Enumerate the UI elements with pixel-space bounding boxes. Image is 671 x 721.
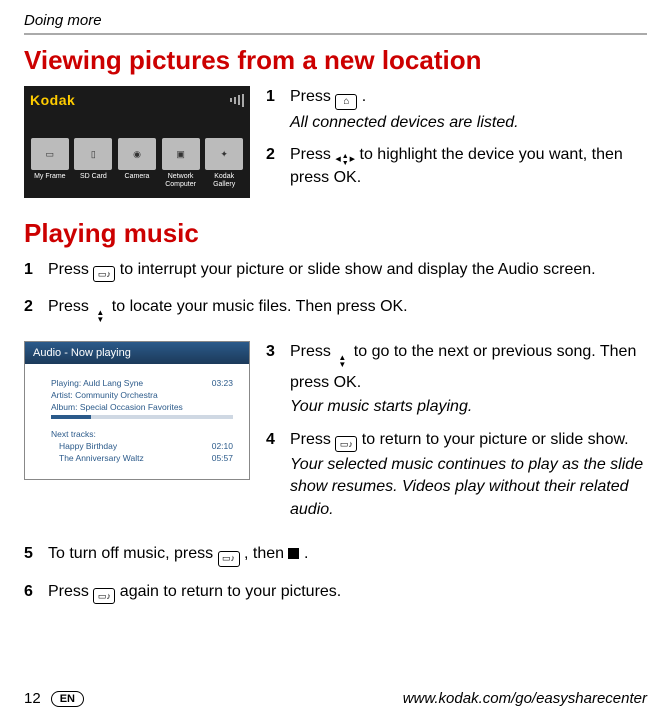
- footer-url: www.kodak.com/go/easysharecenter: [403, 690, 647, 707]
- device-label: My Frame: [34, 173, 66, 181]
- step-1: 1 Press ⌂ . All connected devices are li…: [266, 86, 647, 134]
- step-1: 1 Press ▭♪ to interrupt your picture or …: [24, 259, 647, 282]
- frame-icon: ▭: [31, 138, 69, 170]
- camera-icon: ◉: [118, 138, 156, 170]
- step-text: Press: [48, 583, 93, 600]
- language-badge: EN: [51, 691, 84, 707]
- step-6: 6 Press ▭♪ again to return to your pictu…: [24, 581, 647, 604]
- step-result: Your music starts playing.: [290, 396, 647, 418]
- music-screen-button-icon: ▭♪: [218, 551, 240, 567]
- device-kodak-gallery: ✦ Kodak Gallery: [204, 138, 244, 188]
- step-number: 2: [266, 144, 280, 189]
- progress-bar: [51, 415, 233, 419]
- gallery-icon: ✦: [205, 138, 243, 170]
- left-right-arrows-icon: ▲▼: [335, 153, 355, 167]
- music-screen-button-icon: ▭♪: [335, 436, 357, 452]
- step-number: 3: [266, 341, 280, 419]
- step-number: 1: [24, 259, 38, 282]
- music-screen-button-icon: ▭♪: [93, 266, 115, 282]
- music-steps-right: 3 Press to go to the next or previous so…: [266, 341, 647, 531]
- step-text: Press: [290, 88, 335, 105]
- step-text: again to return to your pictures.: [120, 583, 341, 600]
- device-label: Network Computer: [161, 173, 201, 188]
- step-text: Press: [48, 298, 93, 315]
- kodak-logo: Kodak: [30, 92, 75, 108]
- next-track-time: 02:10: [212, 441, 233, 451]
- step-text: .: [304, 545, 308, 562]
- next-track-time: 05:57: [212, 453, 233, 463]
- viewing-steps: 1 Press ⌂ . All connected devices are li…: [266, 86, 647, 200]
- next-track: Happy Birthday 02:10: [51, 441, 233, 451]
- music-steps-top: 1 Press ▭♪ to interrupt your picture or …: [24, 259, 647, 327]
- device-label: SD Card: [80, 173, 107, 181]
- step-text: Press: [48, 261, 93, 278]
- music-steps-bottom: 5 To turn off music, press ▭♪ , then . 6…: [24, 543, 647, 604]
- device-my-frame: ▭ My Frame: [30, 138, 70, 188]
- page-number: 12: [24, 690, 41, 707]
- step-result: All connected devices are listed.: [290, 112, 647, 134]
- step-4: 4 Press ▭♪ to return to your picture or …: [266, 429, 647, 521]
- computer-icon: ▣: [162, 138, 200, 170]
- step-text: Press: [290, 431, 335, 448]
- home-button-icon: ⌂: [335, 94, 357, 110]
- step-text: to interrupt your picture or slide show …: [120, 261, 596, 278]
- breadcrumb: Doing more: [24, 12, 647, 29]
- step-text: , then: [244, 545, 288, 562]
- audio-header: Audio - Now playing: [25, 342, 249, 364]
- next-tracks-label: Next tracks:: [51, 429, 233, 439]
- next-track: The Anniversary Waltz 05:57: [51, 453, 233, 463]
- audio-now-playing-screenshot: Audio - Now playing Playing: Auld Lang S…: [24, 341, 250, 480]
- device-camera: ◉ Camera: [117, 138, 157, 188]
- next-track-name: The Anniversary Waltz: [59, 453, 144, 463]
- step-number: 5: [24, 543, 38, 566]
- divider: [24, 33, 647, 35]
- up-down-arrows-icon: [93, 309, 107, 327]
- step-2: 2 Press ▲▼ to highlight the device you w…: [266, 144, 647, 189]
- sd-card-icon: ▯: [74, 138, 112, 170]
- step-text: To turn off music, press: [48, 545, 218, 562]
- step-3: 3 Press to go to the next or previous so…: [266, 341, 647, 419]
- device-label: Kodak Gallery: [204, 173, 244, 188]
- now-playing-album: Album: Special Occasion Favorites: [51, 402, 233, 412]
- device-label: Camera: [125, 173, 150, 181]
- music-screen-button-icon: ▭♪: [93, 588, 115, 604]
- step-text: Press: [290, 343, 335, 360]
- stop-icon: [288, 548, 299, 559]
- step-text: to locate your music files. Then press O…: [112, 298, 408, 315]
- now-playing-artist: Artist: Community Orchestra: [51, 390, 233, 400]
- step-5: 5 To turn off music, press ▭♪ , then .: [24, 543, 647, 566]
- wifi-signal-icon: [230, 94, 244, 107]
- section-heading-viewing: Viewing pictures from a new location: [24, 45, 647, 76]
- page-footer: 12 EN www.kodak.com/go/easysharecenter: [24, 690, 647, 707]
- now-playing-time: 03:23: [212, 378, 233, 388]
- now-playing-title: Playing: Auld Lang Syne: [51, 378, 143, 388]
- step-number: 4: [266, 429, 280, 521]
- step-result: Your selected music continues to play as…: [290, 454, 647, 521]
- step-text: to return to your picture or slide show.: [362, 431, 629, 448]
- up-down-arrows-icon: [335, 354, 349, 372]
- device-network-computer: ▣ Network Computer: [161, 138, 201, 188]
- section-heading-music: Playing music: [24, 218, 647, 249]
- device-list-screenshot: Kodak ▭ My Frame ▯ SD Card ◉ Camera ▣ Ne…: [24, 86, 250, 198]
- step-text: .: [362, 88, 366, 105]
- step-number: 6: [24, 581, 38, 604]
- step-number: 2: [24, 296, 38, 327]
- step-text: Press: [290, 146, 335, 163]
- step-number: 1: [266, 86, 280, 134]
- next-track-name: Happy Birthday: [59, 441, 117, 451]
- step-2: 2 Press to locate your music files. Then…: [24, 296, 647, 327]
- device-sd-card: ▯ SD Card: [74, 138, 114, 188]
